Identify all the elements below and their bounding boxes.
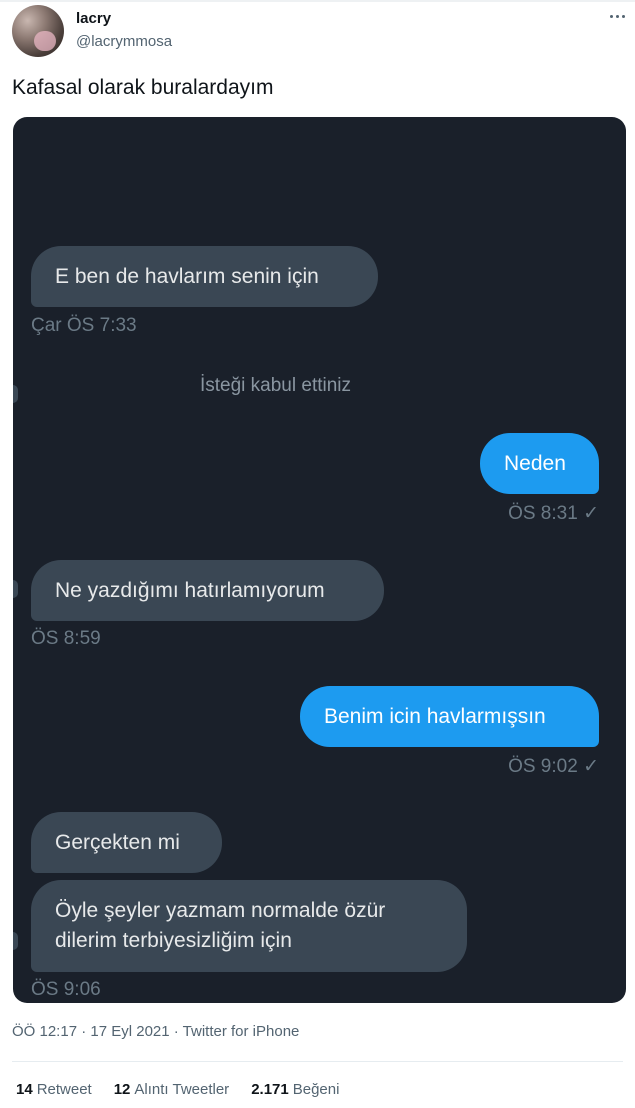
quote-number: 12: [113, 1081, 131, 1098]
quote-label: Alıntı Tweetler: [134, 1081, 230, 1098]
divider: [12, 1061, 623, 1062]
avatar-edge: [13, 932, 18, 950]
chat-screenshot[interactable]: E ben de havlarım senin için Çar ÖS 7:33…: [13, 117, 626, 1003]
message-time: ÖS 8:31 ✓: [508, 503, 599, 524]
like-number: 2.171: [251, 1081, 289, 1098]
author-name[interactable]: lacry: [76, 10, 111, 27]
avatar-edge: [13, 580, 18, 598]
outgoing-message-bubble: Benim icin havlarmışsın: [300, 686, 599, 747]
tweet-text: Kafasal olarak buralardayım: [12, 76, 274, 99]
tweet-timestamp[interactable]: ÖÖ 12:17 · 17 Eyl 2021 · Twitter for iPh…: [12, 1023, 299, 1040]
quote-count[interactable]: 12 Alıntı Tweetler: [114, 1081, 229, 1098]
incoming-message-bubble: Ne yazdığımı hatırlamıyorum: [31, 560, 384, 621]
incoming-message-bubble: Gerçekten mi: [31, 812, 222, 873]
retweet-number: 14: [16, 1081, 33, 1098]
message-text: Ne yazdığımı hatırlamıyorum: [55, 578, 325, 602]
system-notice: İsteği kabul ettiniz: [199, 375, 352, 396]
message-text: Gerçekten mi: [55, 830, 180, 854]
retweet-label: Retweet: [36, 1081, 92, 1098]
message-text: Benim icin havlarmışsın: [324, 704, 546, 728]
more-options-icon[interactable]: [604, 6, 630, 26]
like-count[interactable]: 2.171 Beğeni: [251, 1081, 339, 1098]
author-handle[interactable]: @lacrymmosa: [76, 33, 172, 50]
message-time: Çar ÖS 7:33: [31, 315, 137, 336]
message-text: Öyle şeyler yazmam normalde özür dilerim…: [55, 899, 386, 952]
message-text: Neden: [504, 451, 566, 475]
avatar[interactable]: [12, 5, 64, 57]
message-time: ÖS 9:02 ✓: [508, 756, 599, 777]
incoming-message-bubble: E ben de havlarım senin için: [31, 246, 378, 307]
retweet-count[interactable]: 14 Retweet: [16, 1081, 92, 1098]
message-text: E ben de havlarım senin için: [55, 264, 319, 288]
top-divider: [0, 0, 635, 2]
outgoing-message-bubble: Neden: [480, 433, 599, 494]
tweet-stats: 14 Retweet 12 Alıntı Tweetler 2.171 Beğeni: [16, 1081, 339, 1098]
like-label: Beğeni: [292, 1081, 340, 1098]
message-time: ÖS 8:59: [31, 628, 101, 649]
message-time: ÖS 9:06: [31, 979, 101, 1000]
incoming-message-bubble: Öyle şeyler yazmam normalde özür dilerim…: [31, 880, 467, 972]
